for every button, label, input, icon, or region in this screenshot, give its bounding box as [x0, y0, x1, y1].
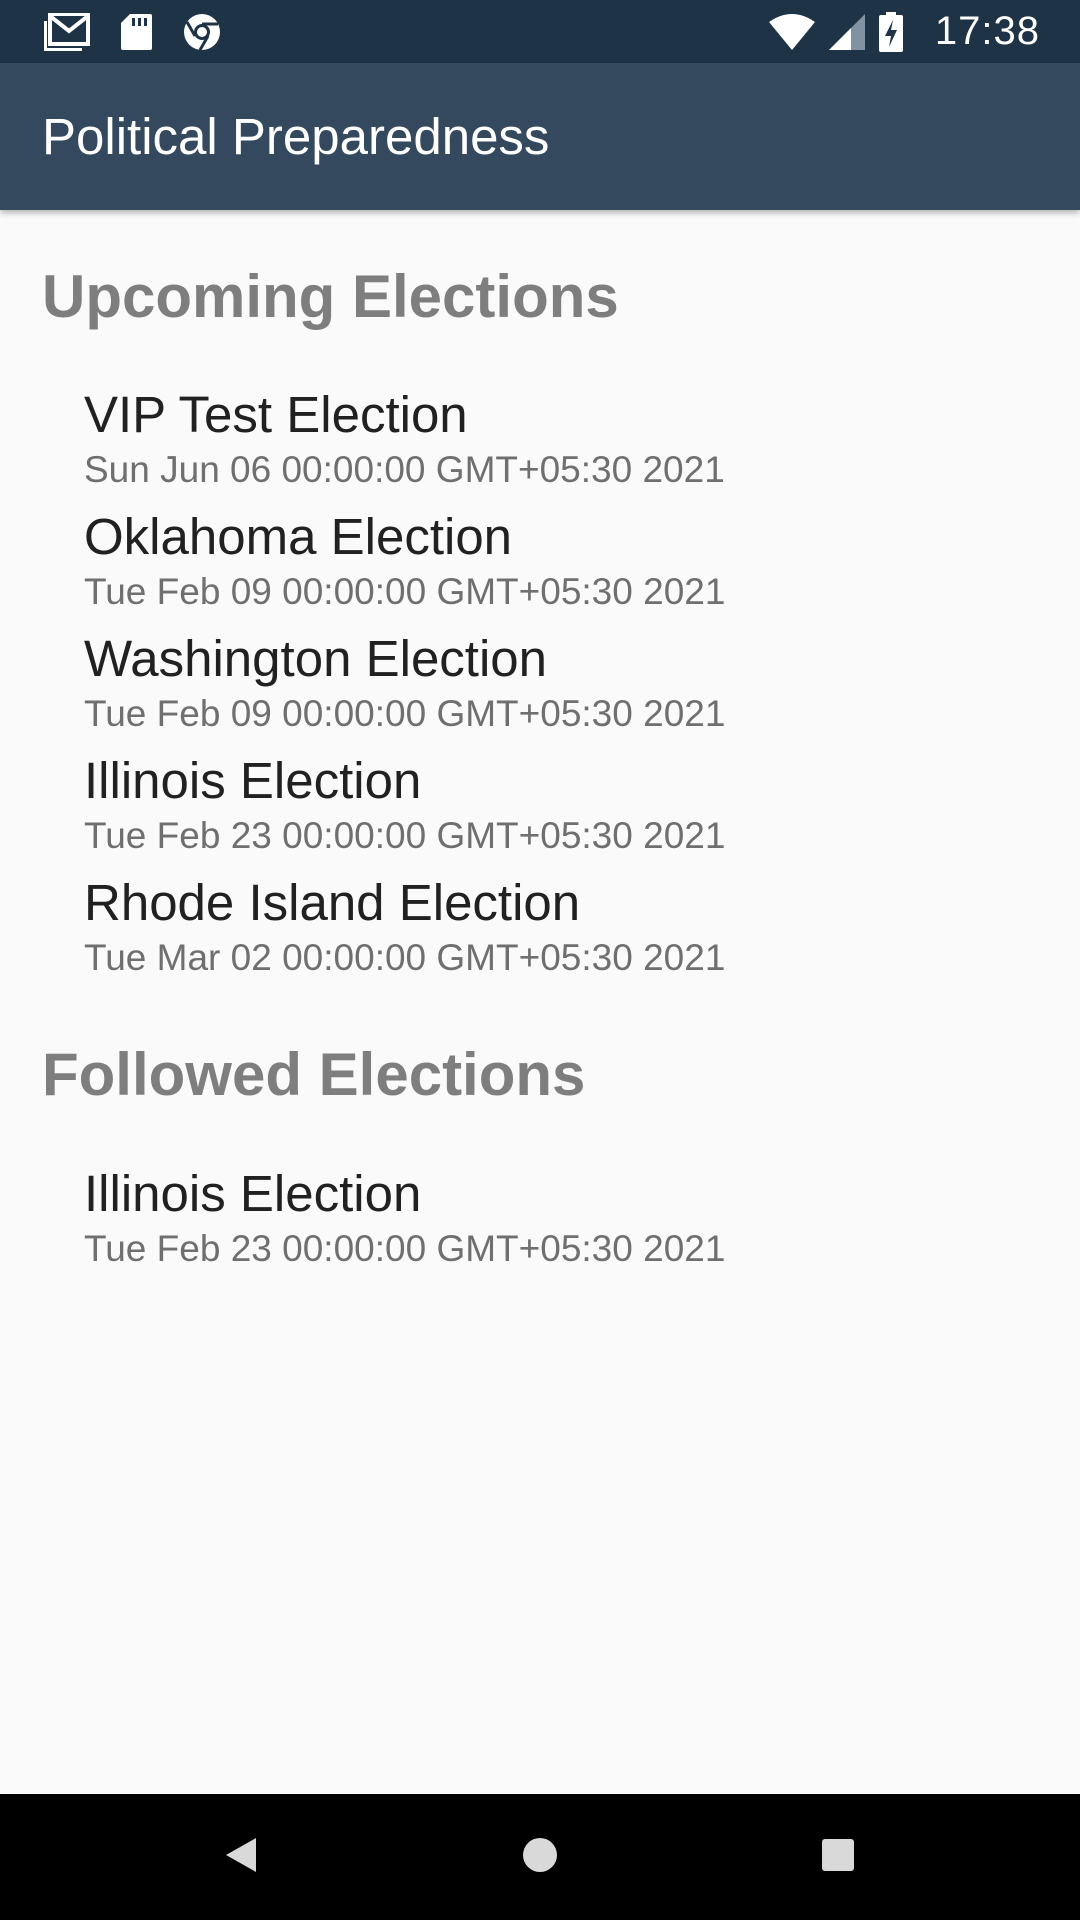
screen: 17:38 Political Preparedness Upcoming El… — [0, 0, 1080, 1920]
election-name: Rhode Island Election — [84, 874, 581, 931]
election-name: VIP Test Election — [84, 386, 468, 443]
election-date: Sun Jun 06 00:00:00 GMT+05:30 2021 — [84, 449, 725, 490]
election-name: Oklahoma Election — [84, 508, 513, 565]
election-name: Illinois Election — [84, 752, 422, 809]
navigation-bar — [0, 1794, 1080, 1920]
upcoming-elections-title: Upcoming Elections — [42, 263, 619, 330]
election-date: Tue Feb 09 00:00:00 GMT+05:30 2021 — [84, 571, 726, 612]
upcoming-election-item[interactable]: Washington Election Tue Feb 09 00:00:00 … — [84, 629, 984, 751]
election-date: Tue Mar 02 00:00:00 GMT+05:30 2021 — [84, 937, 726, 978]
election-date: Tue Feb 23 00:00:00 GMT+05:30 2021 — [84, 1228, 726, 1269]
election-date: Tue Feb 23 00:00:00 GMT+05:30 2021 — [84, 815, 726, 856]
notification-icons — [44, 0, 222, 63]
election-name: Illinois Election — [84, 1165, 422, 1222]
upcoming-election-item[interactable]: Rhode Island Election Tue Mar 02 00:00:0… — [84, 873, 984, 995]
home-button[interactable] — [470, 1794, 610, 1920]
wifi-icon — [768, 13, 815, 50]
election-name: Washington Election — [84, 630, 548, 687]
battery-charging-icon — [878, 11, 903, 52]
system-icons: 17:38 — [768, 0, 1040, 63]
status-time: 17:38 — [934, 9, 1040, 53]
gmail-icon — [44, 12, 90, 51]
election-date: Tue Feb 09 00:00:00 GMT+05:30 2021 — [84, 693, 726, 734]
app-bar: Political Preparedness — [0, 63, 1080, 210]
app-title: Political Preparedness — [42, 108, 550, 165]
sd-card-icon — [120, 13, 152, 51]
status-bar: 17:38 — [0, 0, 1080, 63]
back-button[interactable] — [171, 1794, 311, 1920]
chrome-icon — [182, 12, 222, 52]
home-icon — [521, 1836, 559, 1879]
followed-election-item[interactable]: Illinois Election Tue Feb 23 00:00:00 GM… — [84, 1164, 984, 1286]
recents-button[interactable] — [768, 1794, 908, 1920]
back-icon — [224, 1836, 258, 1879]
signal-icon — [828, 13, 865, 50]
upcoming-election-item[interactable]: Illinois Election Tue Feb 23 00:00:00 GM… — [84, 751, 984, 873]
followed-elections-title: Followed Elections — [42, 1041, 586, 1108]
upcoming-election-item[interactable]: Oklahoma Election Tue Feb 09 00:00:00 GM… — [84, 507, 984, 629]
recents-icon — [821, 1838, 855, 1877]
upcoming-election-item[interactable]: VIP Test Election Sun Jun 06 00:00:00 GM… — [84, 385, 984, 507]
